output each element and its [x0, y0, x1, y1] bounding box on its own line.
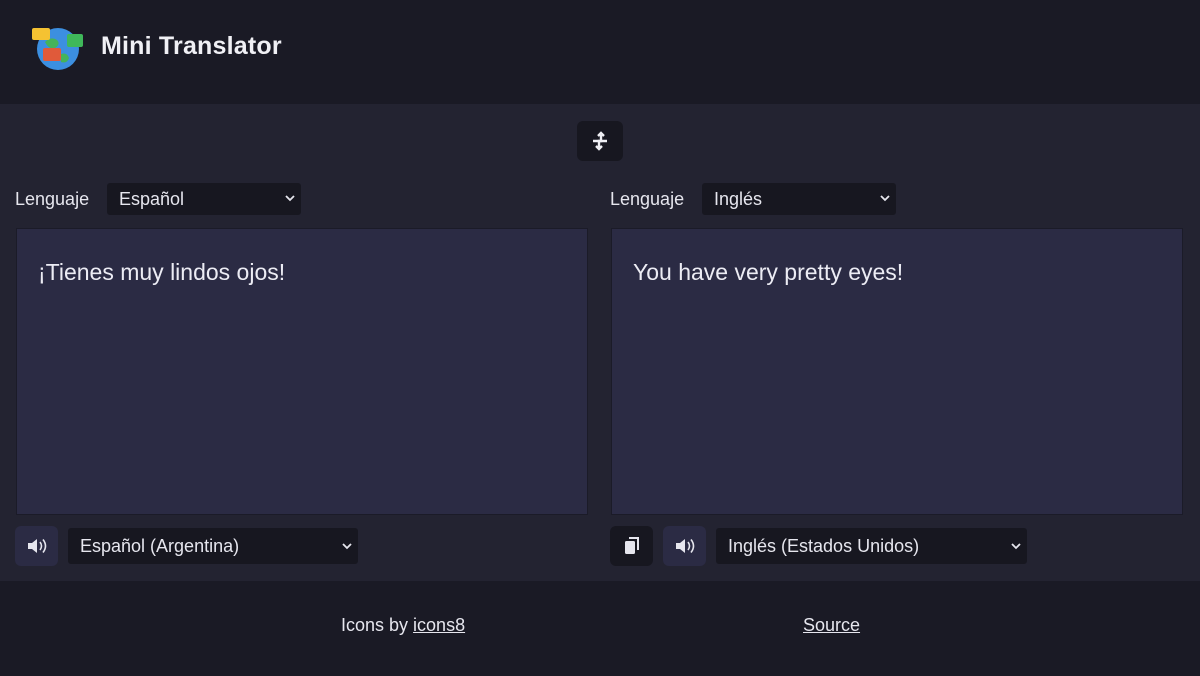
icons8-link[interactable]: icons8: [413, 615, 465, 635]
speaker-icon: [675, 539, 694, 553]
copy-icon: [624, 537, 639, 554]
source-voice-select[interactable]: Español (Argentina): [68, 528, 358, 564]
app-header: Mini Translator: [0, 0, 1200, 104]
speaker-icon: [27, 539, 46, 553]
source-link[interactable]: Source: [803, 615, 860, 636]
icons-credit-prefix: Icons by: [341, 615, 414, 635]
target-voice-value: Inglés (Estados Unidos): [728, 535, 920, 556]
page-footer: Icons by icons8 Source: [0, 581, 1200, 676]
target-voice-select[interactable]: Inglés (Estados Unidos): [716, 528, 1027, 564]
chevron-down-icon: [880, 195, 890, 202]
chevron-down-icon: [1011, 543, 1021, 550]
source-voice-value: Español (Argentina): [80, 535, 240, 556]
swap-languages-button[interactable]: [577, 121, 623, 161]
source-language-value: Español: [119, 188, 185, 209]
swap-arrows-icon: [593, 131, 607, 151]
app-title: Mini Translator: [101, 32, 282, 60]
translator-panel: Lenguaje Español ¡Tienes muy lindos ojos…: [0, 104, 1200, 581]
target-text-output[interactable]: You have very pretty eyes!: [611, 228, 1183, 515]
target-language-value: Inglés: [714, 188, 763, 209]
source-text-input[interactable]: ¡Tienes muy lindos ojos!: [16, 228, 588, 515]
chevron-down-icon: [285, 195, 295, 202]
target-language-select[interactable]: Inglés: [702, 183, 896, 215]
globe-chat-logo-icon: [32, 28, 83, 70]
source-speak-button[interactable]: [15, 526, 58, 566]
copy-button[interactable]: [610, 526, 653, 566]
icons-credit: Icons by icons8: [341, 615, 465, 636]
target-language-label: Lenguaje: [610, 189, 685, 209]
source-language-label: Lenguaje: [15, 189, 90, 209]
source-language-select[interactable]: Español: [107, 183, 301, 215]
chevron-down-icon: [342, 543, 352, 550]
target-speak-button[interactable]: [663, 526, 706, 566]
